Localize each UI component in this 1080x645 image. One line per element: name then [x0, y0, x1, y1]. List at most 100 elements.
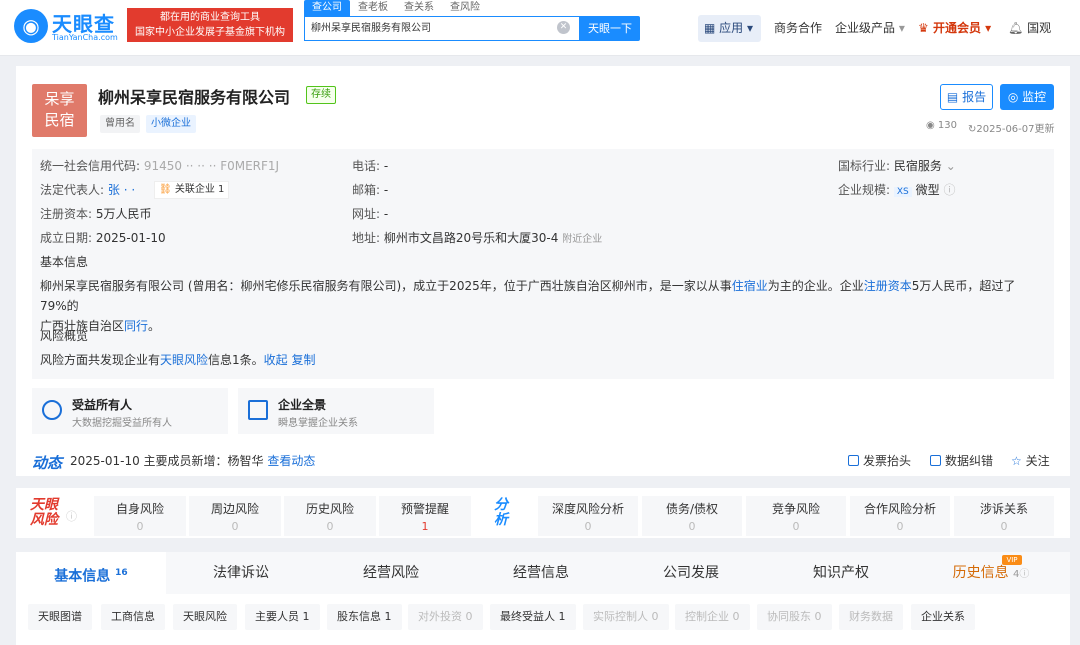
website-label: 网址: [352, 207, 381, 221]
nav-user[interactable]: 🔔︎ 国观 [1008, 15, 1051, 42]
view-dynamic-link[interactable]: 查看动态 [267, 454, 315, 468]
chevron-down-icon[interactable]: ⌄ [942, 159, 956, 173]
nav-business[interactable]: 商务合作 [774, 15, 822, 42]
copy-link[interactable]: 复制 [292, 353, 316, 367]
subtab-cooperating-shareholders[interactable]: 协同股东 0 [757, 604, 832, 630]
subtab-controlled[interactable]: 控制企业 0 [675, 604, 750, 630]
tab-legal[interactable]: 法律诉讼 [166, 552, 316, 594]
subtab-shareholders[interactable]: 股东信息 1 [327, 604, 402, 630]
follow-button[interactable]: ☆ 关注 [1011, 453, 1050, 469]
subtab-risk[interactable]: 天眼风险 [173, 604, 237, 630]
feature-title: 企业全景 [278, 398, 327, 412]
report-button[interactable]: ▤ 报告 [940, 84, 993, 110]
risk-surrounding[interactable]: 周边风险 0 [189, 496, 281, 536]
collapse-link[interactable]: 收起 [264, 353, 288, 367]
avatar-line2: 民宿 [44, 111, 75, 129]
tag-small-enterprise[interactable]: 小微企业 [146, 115, 196, 133]
industry-link[interactable]: 住宿业 [732, 279, 768, 293]
bell-icon[interactable]: 🔔︎ [1008, 21, 1027, 35]
nav-enterprise-products[interactable]: 企业级产品 ▾ [835, 15, 905, 42]
tab-search-company[interactable]: 查公司 [304, 0, 350, 16]
risk-count: 1 [421, 520, 429, 533]
tab-development[interactable]: 公司发展 [616, 552, 766, 594]
risk-warning[interactable]: 预警提醒 1 [379, 496, 471, 536]
logo-icon[interactable]: ◉ [14, 9, 48, 43]
tab-label: 基本信息 [54, 568, 111, 585]
analysis-title: 合作风险分析 [863, 502, 936, 516]
enterprise-panorama-card[interactable]: 企业全景 瞬息掌握企业关系 [238, 388, 434, 434]
help-icon[interactable]: ⓘ [943, 183, 955, 197]
search-button[interactable]: 天眼一下 [580, 16, 640, 41]
help-icon[interactable]: ⓘ [66, 508, 77, 524]
view-count-value: 130 [937, 120, 957, 131]
monitor-button[interactable]: ◎ 监控 [1000, 84, 1054, 110]
user-icon [42, 400, 62, 420]
legal-rep-row: 法定代表人: 张 · · [40, 182, 135, 198]
beneficial-owner-card[interactable]: 受益所有人 大数据挖掘受益所有人 [32, 388, 228, 434]
chevron-down-icon: ▾ [980, 21, 992, 35]
risk-self[interactable]: 自身风险 0 [94, 496, 186, 536]
tab-search-relation[interactable]: 查关系 [396, 0, 442, 16]
search-input[interactable]: 柳州呆享民宿服务有限公司 [304, 16, 580, 41]
tab-search-boss[interactable]: 查老板 [350, 0, 396, 16]
phone-value: - [383, 159, 389, 173]
subtab-final-beneficiary[interactable]: 最终受益人 1 [490, 604, 576, 630]
risk-link[interactable]: 天眼风险 [160, 353, 208, 367]
analysis-cooperation[interactable]: 合作风险分析 0 [850, 496, 950, 536]
star-icon: ☆ [1011, 454, 1026, 468]
subtab-investments[interactable]: 对外投资 0 [408, 604, 483, 630]
analysis-deep-risk[interactable]: 深度风险分析 0 [538, 496, 638, 536]
dynamic-text: 2025-01-10 主要成员新增：杨智华 查看动态 [70, 453, 315, 469]
basic-info-title: 基本信息 [40, 255, 89, 269]
tab-history[interactable]: 历史信息 4ⓘ [916, 552, 1066, 594]
legal-rep-value[interactable]: 张 · · [108, 183, 135, 197]
nav-app-menu[interactable]: ▦ 应用 ▾ [698, 15, 761, 42]
capital-link[interactable]: 注册资本 [864, 279, 912, 293]
avatar-line1: 呆享 [44, 90, 75, 108]
website-row: 网址: - [352, 206, 388, 222]
analysis-competition[interactable]: 竞争风险 0 [746, 496, 846, 536]
analysis-litigation[interactable]: 涉诉关系 0 [954, 496, 1054, 536]
edit-icon [930, 455, 941, 466]
risk-title: 历史风险 [305, 502, 354, 516]
report-icon: ▤ [946, 90, 963, 104]
risk-history[interactable]: 历史风险 0 [284, 496, 376, 536]
tab-basic-info[interactable]: 基本信息 16 [16, 552, 166, 594]
subtab-financials[interactable]: 财务数据 [839, 604, 903, 630]
analysis-count: 0 [896, 520, 904, 533]
nav-vip[interactable]: ♛ 开通会员 ▾ [918, 15, 991, 42]
subtab-business-info[interactable]: 工商信息 [101, 604, 165, 630]
chevron-down-icon: ▾ [743, 21, 754, 35]
industry-value[interactable]: 民宿服务 [894, 159, 942, 173]
slogan-line2: 国家中小企业发展子基金旗下机构 [135, 27, 285, 38]
subtab-controller[interactable]: 实际控制人 0 [583, 604, 669, 630]
credit-code-row: 统一社会信用代码: 91450 ·· ·· ·· F0MERF1J [40, 158, 279, 174]
analysis-count: 0 [688, 520, 696, 533]
related-icon: ⛓ [159, 184, 175, 195]
nearby-link[interactable]: 附近企业 [562, 234, 602, 245]
subtab-graph[interactable]: 天眼图谱 [28, 604, 92, 630]
founded-label: 成立日期: [40, 231, 93, 245]
tab-ip[interactable]: 知识产权 [766, 552, 916, 594]
chevron-down-icon: ▾ [895, 21, 905, 35]
basic-text-2: 为主的企业。企业 [767, 279, 864, 293]
analysis-title: 涉诉关系 [979, 502, 1028, 516]
report-label: 报告 [962, 90, 987, 104]
risk-count: 0 [231, 520, 239, 533]
update-date-value: 2025-06-07更新 [976, 124, 1055, 135]
data-correction-button[interactable]: 数据纠错 [930, 453, 993, 469]
tab-operation-risk[interactable]: 经营风险 [316, 552, 466, 594]
invoice-button[interactable]: 发票抬头 [848, 453, 911, 469]
risk-title: 自身风险 [115, 502, 164, 516]
invoice-label: 发票抬头 [863, 454, 912, 468]
tab-operation-info[interactable]: 经营信息 [466, 552, 616, 594]
analysis-debt[interactable]: 债务/债权 0 [642, 496, 742, 536]
tab-search-risk[interactable]: 查风险 [442, 0, 488, 16]
tag-former-name[interactable]: 曾用名 [100, 115, 140, 133]
related-label: 关联企业 1 [174, 184, 225, 195]
clear-icon[interactable]: ✕ [557, 21, 570, 34]
subtab-key-staff[interactable]: 主要人员 1 [245, 604, 320, 630]
subtab-relations[interactable]: 企业关系 [911, 604, 975, 630]
risk-overview-title: 风险概览 [40, 329, 89, 343]
related-company-tag[interactable]: ⛓ 关联企业 1 [154, 181, 230, 199]
